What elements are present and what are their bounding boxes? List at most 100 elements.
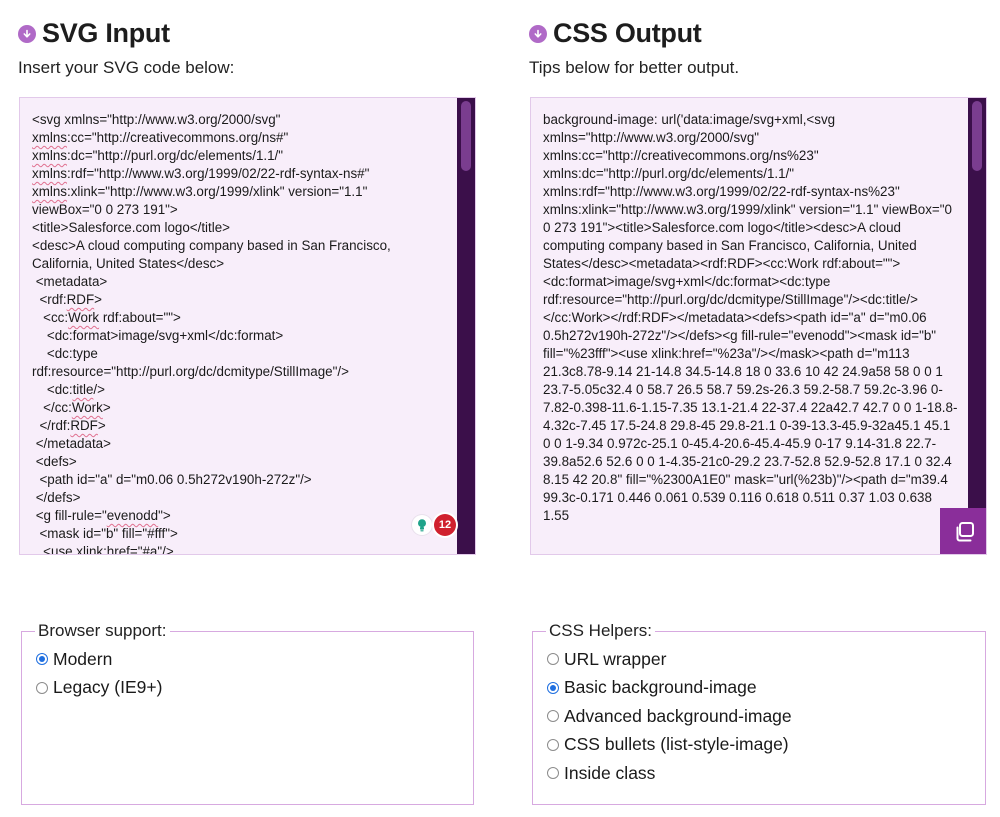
spellcheck-flagged-word: xmlns <box>32 184 67 199</box>
code-line: <defs> <box>32 453 449 471</box>
code-text: <metadata> <box>32 274 108 289</box>
code-text: <path id="a" d="m0.06 0.5h272v190h-272z"… <box>32 472 312 487</box>
css-output-section: CSS Output Tips below for better output. <box>529 0 989 78</box>
code-text: :cc="http://creativecommons.org/ns#" <box>66 130 289 145</box>
code-text: <title>Salesforce.com logo</title> <box>32 220 230 235</box>
svg-input-editor[interactable]: <svg xmlns="http://www.w3.org/2000/svg" x… <box>19 97 476 555</box>
code-line: rdf:resource="http://purl.org/dc/dcmityp… <box>32 363 449 381</box>
radio-option[interactable]: CSS bullets (list-style-image) <box>547 731 971 760</box>
code-line: <path id="a" d="m0.06 0.5h272v190h-272z"… <box>32 471 449 489</box>
css-output-subtitle: Tips below for better output. <box>529 58 740 77</box>
spellcheck-flagged-word: xmlns <box>32 148 67 163</box>
svg-input-section: SVG Input Insert your SVG code below: <box>18 0 478 78</box>
code-text: > <box>94 292 102 307</box>
code-text: > <box>97 418 106 433</box>
lightbulb-icon[interactable] <box>412 515 432 535</box>
code-text: <defs> <box>32 454 77 469</box>
scrollbar-thumb[interactable] <box>972 101 982 171</box>
code-line: </rdf:RDF> <box>32 417 449 435</box>
radio-label: CSS bullets (list-style-image) <box>564 734 789 755</box>
svg-code-textarea[interactable]: <svg xmlns="http://www.w3.org/2000/svg" x… <box>32 111 449 555</box>
code-text: <use xlink:href="#a"/> <box>32 544 174 555</box>
arrow-down-circle-icon <box>18 25 36 43</box>
svg-input-title: SVG Input <box>42 17 170 48</box>
radio-unselected-icon[interactable] <box>36 681 48 694</box>
svg-input-subtitle: Insert your SVG code below: <box>18 58 235 77</box>
code-text: :dc="http://purl.org/dc/elements/1.1/" <box>66 148 284 163</box>
code-text: <g fill-rule=" <box>32 508 107 523</box>
code-text: "> <box>158 508 171 523</box>
radio-unselected-icon[interactable] <box>547 653 559 666</box>
radio-label: URL wrapper <box>564 648 667 669</box>
css-output-editor[interactable]: background-image: url('data:image/svg+xm… <box>530 97 987 555</box>
issue-count-badge[interactable]: 12 <box>434 514 456 536</box>
css-code-textarea[interactable]: background-image: url('data:image/svg+xm… <box>543 111 960 525</box>
spellcheck-flagged-word: RDF <box>66 292 95 307</box>
code-line: <mask id="b" fill="#fff"> <box>32 525 449 543</box>
editor-scrollbar[interactable] <box>457 98 475 554</box>
code-text: <dc:format>image/svg+xml</dc:format> <box>32 328 284 343</box>
code-line: <cc:Work rdf:about=""> <box>32 309 449 327</box>
arrow-down-circle-icon <box>529 25 547 43</box>
code-text: <dc: <box>32 382 73 397</box>
code-text: rdf:resource="http://purl.org/dc/dcmityp… <box>32 364 349 379</box>
radio-label: Modern <box>53 648 113 669</box>
code-line: <dc:format>image/svg+xml</dc:format> <box>32 327 449 345</box>
code-line: </defs> <box>32 489 449 507</box>
code-line: xmlns:rdf="http://www.w3.org/1999/02/22-… <box>32 165 449 183</box>
code-text: </defs> <box>32 490 81 505</box>
spellcheck-flagged-word: title <box>72 382 94 397</box>
copy-button[interactable] <box>940 508 986 554</box>
code-line: </metadata> <box>32 435 449 453</box>
code-text: <dc:type <box>32 346 98 361</box>
spellcheck-flagged-word: xmlns <box>32 130 67 145</box>
code-text: <cc: <box>32 310 69 325</box>
grammar-badge[interactable]: 12 <box>412 514 456 536</box>
code-line: <dc:title/> <box>32 381 449 399</box>
spellcheck-flagged-word: evenodd <box>106 508 159 523</box>
radio-option[interactable]: Legacy (IE9+) <box>36 674 459 703</box>
radio-option[interactable]: Modern <box>36 645 459 674</box>
code-line: <dc:type <box>32 345 449 363</box>
css-helpers-legend: CSS Helpers: <box>549 621 652 640</box>
radio-option[interactable]: URL wrapper <box>547 645 971 674</box>
code-line: xmlns:xlink="http://www.w3.org/1999/xlin… <box>32 183 449 201</box>
radio-selected-icon[interactable] <box>36 653 48 666</box>
code-text: </cc: <box>32 400 72 415</box>
code-line: xmlns:cc="http://creativecommons.org/ns#… <box>32 129 449 147</box>
code-text: <mask id="b" fill="#fff"> <box>32 526 178 541</box>
radio-selected-icon[interactable] <box>547 681 559 694</box>
code-text: viewBox="0 0 273 191"> <box>32 202 178 217</box>
editor-scrollbar[interactable] <box>968 98 986 554</box>
code-line: <use xlink:href="#a"/> <box>32 543 449 555</box>
radio-label: Basic background-image <box>564 677 757 698</box>
radio-label: Legacy (IE9+) <box>53 677 163 698</box>
code-text: > <box>102 400 111 415</box>
browser-support-options: Modern Legacy (IE9+) <box>36 645 459 702</box>
radio-unselected-icon[interactable] <box>547 767 559 780</box>
code-line: xmlns:dc="http://purl.org/dc/elements/1.… <box>32 147 449 165</box>
code-text: :xlink="http://www.w3.org/1999/xlink" ve… <box>66 184 368 199</box>
code-text: <svg xmlns="http://www.w3.org/2000/svg" <box>32 112 281 127</box>
radio-option[interactable]: Basic background-image <box>547 674 971 703</box>
radio-unselected-icon[interactable] <box>547 738 559 751</box>
css-helpers-fieldset: CSS Helpers: URL wrapper Basic background… <box>532 621 986 805</box>
radio-option[interactable]: Inside class <box>547 759 971 788</box>
code-text: :rdf="http://www.w3.org/1999/02/22-rdf-s… <box>66 166 370 181</box>
spellcheck-flagged-word: RDF <box>70 418 98 433</box>
code-text: </rdf: <box>32 418 71 433</box>
radio-label: Advanced background-image <box>564 705 792 726</box>
code-text: <desc>A cloud computing company based in… <box>32 238 391 253</box>
browser-support-fieldset: Browser support: Modern Legacy (IE9+) <box>21 621 474 805</box>
css-output-heading: CSS Output <box>529 16 989 50</box>
code-line: <rdf:RDF> <box>32 291 449 309</box>
radio-option[interactable]: Advanced background-image <box>547 702 971 731</box>
code-line: <desc>A cloud computing company based in… <box>32 237 449 255</box>
code-text: California, United States</desc> <box>32 256 225 271</box>
copy-icon <box>956 521 974 541</box>
browser-support-legend: Browser support: <box>38 621 167 640</box>
radio-unselected-icon[interactable] <box>547 710 559 723</box>
scrollbar-thumb[interactable] <box>461 101 471 171</box>
css-output-title: CSS Output <box>553 17 702 48</box>
spellcheck-flagged-word: Work <box>71 400 103 415</box>
